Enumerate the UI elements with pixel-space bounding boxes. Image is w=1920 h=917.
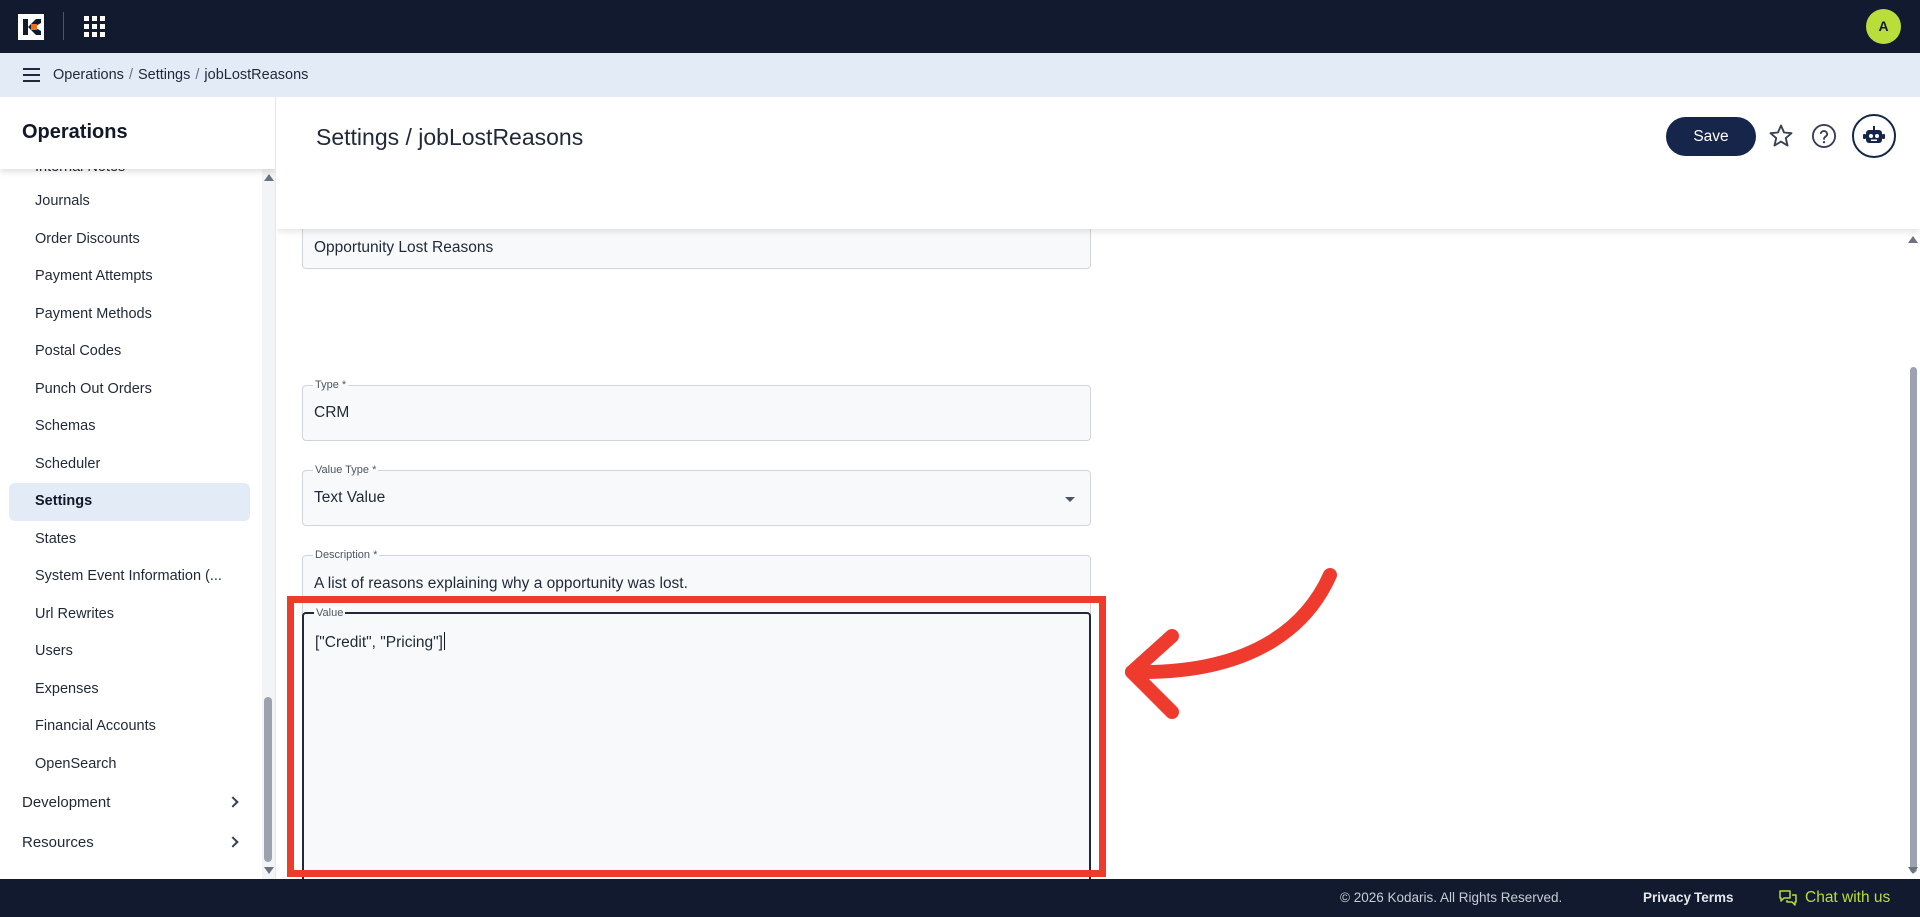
menu-icon[interactable] <box>23 68 40 82</box>
value-type-label: Value Type * <box>313 464 379 476</box>
save-button[interactable]: Save <box>1666 117 1756 156</box>
sidebar-item-payment-methods[interactable]: Payment Methods <box>0 296 262 334</box>
sidebar-item-scheduler[interactable]: Scheduler <box>0 446 262 484</box>
sidebar-item-settings[interactable]: Settings <box>9 483 250 521</box>
description-value: A list of reasons explaining why a oppor… <box>314 575 688 592</box>
chat-with-us-link[interactable]: Chat with us <box>1805 879 1890 917</box>
name-field-value: Opportunity Lost Reasons <box>314 239 494 256</box>
sidebar-group-development[interactable]: Development <box>0 783 262 823</box>
scroll-down-arrow-icon[interactable] <box>1908 867 1918 874</box>
type-field-label: Type * <box>313 379 349 391</box>
breadcrumb-separator: / <box>128 67 133 83</box>
kodaris-logo[interactable] <box>18 14 44 40</box>
breadcrumb-bar: Operations / Settings / jobLostReasons <box>0 53 1920 97</box>
robot-icon <box>1863 126 1885 143</box>
topbar-divider <box>63 12 64 40</box>
sidebar-list: Internal Notes Journals Order Discounts … <box>0 157 262 863</box>
description-label: Description * <box>313 549 380 561</box>
top-bar: A <box>0 0 1920 53</box>
value-type-select[interactable]: Value Type * Text Value <box>302 464 1091 526</box>
sidebar-item-punch-out-orders[interactable]: Punch Out Orders <box>0 371 262 409</box>
breadcrumb-item-current: jobLostReasons <box>204 67 309 83</box>
sidebar-item-schemas[interactable]: Schemas <box>0 408 262 446</box>
apps-grid-icon[interactable] <box>84 16 105 37</box>
breadcrumb-item-settings[interactable]: Settings <box>138 67 190 83</box>
sidebar-scrollbar-thumb[interactable] <box>264 697 272 862</box>
sidebar-item-financial-accounts[interactable]: Financial Accounts <box>0 708 262 746</box>
sidebar-item-payment-attempts[interactable]: Payment Attempts <box>0 258 262 296</box>
assistant-bot-button[interactable] <box>1852 114 1896 158</box>
terms-link[interactable]: Terms <box>1694 879 1734 917</box>
sidebar-title: Operations <box>22 121 128 143</box>
sidebar-item-opensearch[interactable]: OpenSearch <box>0 746 262 784</box>
sidebar-header: Operations <box>0 97 275 169</box>
sidebar-group-label: Resources <box>22 834 94 851</box>
sidebar-item-states[interactable]: States <box>0 521 262 559</box>
scroll-up-arrow-icon[interactable] <box>1908 236 1918 243</box>
type-field[interactable]: Type * CRM <box>302 379 1091 441</box>
sidebar: Operations Internal Notes Journals Order… <box>0 97 276 879</box>
sidebar-item-order-discounts[interactable]: Order Discounts <box>0 221 262 259</box>
sidebar-item-url-rewrites[interactable]: Url Rewrites <box>0 596 262 634</box>
scroll-up-arrow-icon[interactable] <box>264 174 274 181</box>
type-field-value: CRM <box>314 404 350 421</box>
main-scrollbar-thumb[interactable] <box>1910 367 1917 873</box>
page-header: Settings / jobLostReasons Save <box>277 97 1920 229</box>
chevron-right-icon <box>227 796 239 808</box>
dropdown-arrow-icon <box>1065 497 1075 502</box>
chevron-right-icon <box>227 836 239 848</box>
sidebar-group-resources[interactable]: Resources <box>0 823 262 863</box>
sidebar-item-users[interactable]: Users <box>0 633 262 671</box>
scroll-down-arrow-icon[interactable] <box>264 867 274 874</box>
breadcrumb: Operations / Settings / jobLostReasons <box>53 53 308 97</box>
copyright-text: © 2026 Kodaris. All Rights Reserved. <box>1340 890 1563 905</box>
footer: © 2026 Kodaris. All Rights Reserved. Pri… <box>0 879 1920 917</box>
sidebar-item-journals[interactable]: Journals <box>0 183 262 221</box>
user-avatar[interactable]: A <box>1866 9 1901 44</box>
sidebar-item-expenses[interactable]: Expenses <box>0 671 262 709</box>
breadcrumb-item-operations[interactable]: Operations <box>53 67 124 83</box>
value-type-value: Text Value <box>314 489 386 506</box>
privacy-link[interactable]: Privacy <box>1643 879 1691 917</box>
page-title: Settings / jobLostReasons <box>316 124 584 150</box>
chat-icon[interactable] <box>1779 890 1797 906</box>
sidebar-item-postal-codes[interactable]: Postal Codes <box>0 333 262 371</box>
annotation-highlight-box <box>287 596 1106 877</box>
annotation-arrow-icon <box>1125 568 1337 719</box>
star-icon[interactable] <box>1767 122 1795 150</box>
breadcrumb-separator: / <box>195 67 200 83</box>
help-icon[interactable] <box>1810 122 1838 150</box>
sidebar-group-label: Development <box>22 794 111 811</box>
sidebar-item-system-event-information[interactable]: System Event Information (... <box>0 558 240 596</box>
